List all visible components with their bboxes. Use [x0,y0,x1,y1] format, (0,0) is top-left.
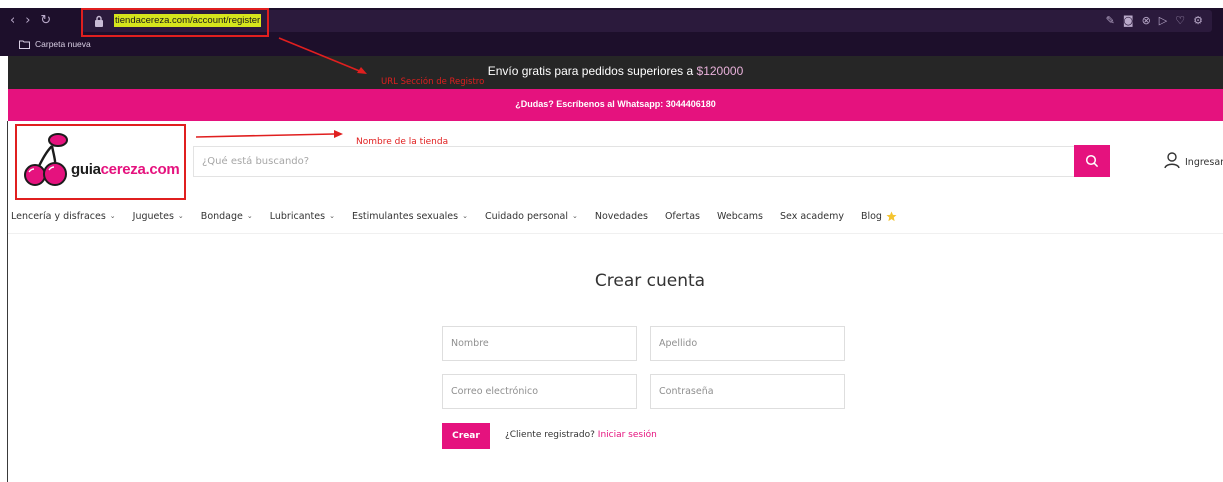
nav-item-label: Cuidado personal [484,210,568,222]
bookmark-folder[interactable]: Carpeta nueva [35,39,91,49]
login-link-form[interactable]: Iniciar sesión [598,430,657,440]
lock-icon [95,15,103,27]
registered-prompt: ¿Cliente registrado? Iniciar sesión [505,430,657,440]
star-icon [886,210,897,221]
page-edge [7,121,8,482]
chevron-down-icon: ⌄ [109,212,116,220]
first-name-field[interactable] [442,326,637,361]
nav-item-cuidado[interactable]: Cuidado personal ⌄ [485,211,578,222]
store-name-part2: cereza.com [100,161,180,178]
nav-item-lenceria[interactable]: Lencería y disfraces ⌄ [11,211,116,222]
url-text[interactable]: tiendacereza.com/account/register [114,14,262,27]
registered-label: ¿Cliente registrado? [505,430,595,440]
nav-item-label: Sex academy [779,210,844,222]
bookmarks-bar [0,34,1223,56]
nav-item-label: Ofertas [664,210,701,222]
nav-item-webcams[interactable]: Webcams [717,211,763,222]
login-link[interactable]: Ingresar [1185,157,1223,168]
nav-item-ofertas[interactable]: Ofertas [665,211,700,222]
cherry-logo-icon[interactable] [22,130,70,186]
nav-item-label: Bondage [200,210,243,222]
create-account-button[interactable]: Crear [442,423,490,449]
user-icon[interactable] [1164,152,1180,169]
store-name[interactable]: guiacereza.com [71,161,180,178]
search-icon [1085,154,1099,168]
nav-item-label: Lencería y disfraces [11,210,106,222]
chevron-down-icon: ⌄ [177,212,184,220]
nav-item-blog[interactable]: Blog [861,211,897,222]
back-icon[interactable]: ‹ [10,13,15,29]
extension-icon[interactable]: ⊗ [1142,14,1151,27]
nav-item-label: Lubricantes [269,210,326,222]
store-name-part1: guia [71,161,101,178]
whatsapp-text[interactable]: ¿Dudas? Escríbenos al Whatsapp: 30444061… [8,99,1223,109]
nav-item-label: Blog [860,210,882,222]
edit-icon[interactable]: ✎ [1106,14,1115,27]
chevron-down-icon: ⌄ [246,212,253,220]
nav-item-novedades[interactable]: Novedades [595,211,648,222]
nav-divider [8,233,1223,234]
heart-icon[interactable]: ♡ [1175,14,1185,27]
send-icon[interactable]: ▷ [1159,14,1167,27]
page-title: Crear cuenta [594,271,706,291]
tab-strip-gap [0,0,1223,8]
settings-icon[interactable]: ⚙ [1193,14,1203,27]
forward-icon[interactable]: › [25,13,30,29]
nav-item-lubricantes[interactable]: Lubricantes ⌄ [270,211,335,222]
chevron-down-icon: ⌄ [462,212,468,220]
browser-nav-buttons: ‹ › ↻ [10,13,51,29]
address-bar-actions: ✎ ◙ ⊗ ▷ ♡ ⚙ [1106,14,1203,27]
promo-text: Envío gratis para pedidos superiores a $… [8,64,1223,78]
chevron-down-icon: ⌄ [329,212,335,220]
annotation-url-label: URL Sección de Registro [381,77,485,87]
promo-message: Envío gratis para pedidos superiores a [487,64,694,78]
folder-icon [19,40,30,49]
nav-item-label: Webcams [717,210,763,222]
nav-item-estimulantes[interactable]: Estimulantes sexuales ⌄ [352,211,468,222]
email-field[interactable] [442,374,637,409]
search-input[interactable] [193,146,1074,177]
nav-item-label: Juguetes [132,210,174,222]
password-field[interactable] [650,374,845,409]
category-nav: Lencería y disfraces ⌄ Juguetes ⌄ Bondage ⌄… [11,209,914,223]
nav-item-juguetes[interactable]: Juguetes ⌄ [133,211,184,222]
nav-item-sex-academy[interactable]: Sex academy [780,211,844,222]
nav-item-bondage[interactable]: Bondage ⌄ [201,211,253,222]
nav-item-label: Estimulantes sexuales [351,210,459,222]
reload-icon[interactable]: ↻ [40,13,51,29]
last-name-field[interactable] [650,326,845,361]
screenshot-root: ‹ › ↻ tiendacereza.com/account/register … [0,0,1223,482]
promo-amount: $120000 [696,64,744,78]
screenshot-icon[interactable]: ◙ [1123,14,1134,27]
nav-item-label: Novedades [594,210,648,222]
chevron-down-icon: ⌄ [572,212,578,220]
